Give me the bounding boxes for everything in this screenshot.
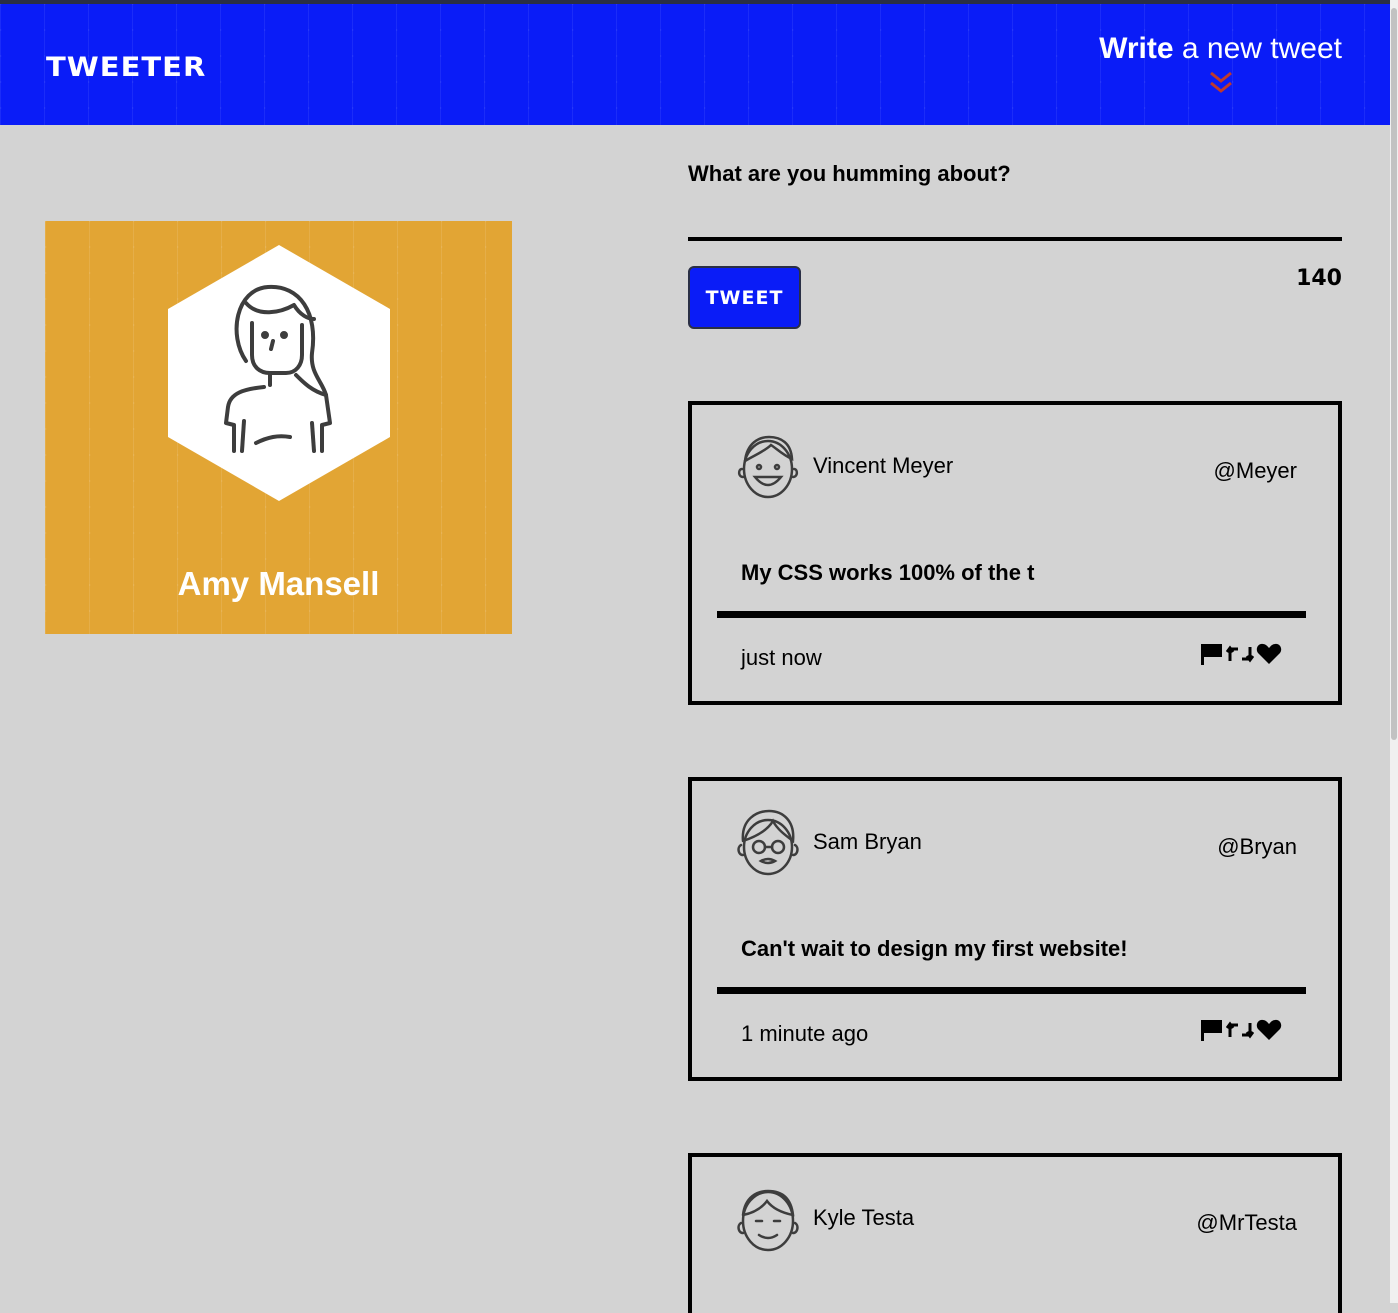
tweet-card: Kyle Testa @MrTesta bbox=[688, 1153, 1342, 1313]
smiling-man-avatar-icon bbox=[737, 435, 799, 499]
tweet-timestamp: 1 minute ago bbox=[741, 1021, 869, 1046]
woman-avatar-icon bbox=[224, 284, 332, 453]
tweet-divider bbox=[717, 987, 1306, 994]
character-counter: 140 bbox=[1296, 266, 1342, 291]
scrollbar-thumb[interactable] bbox=[1391, 8, 1397, 740]
tweet-author-name[interactable]: Sam Bryan bbox=[813, 829, 922, 855]
glasses-man-avatar-icon bbox=[737, 809, 799, 876]
heart-icon[interactable] bbox=[1256, 1019, 1282, 1041]
tweet-text-input[interactable] bbox=[688, 196, 1342, 241]
retweet-icon[interactable] bbox=[1226, 1019, 1254, 1041]
avatar-hexagon bbox=[168, 245, 390, 501]
double-chevron-down-icon bbox=[1209, 71, 1232, 93]
tweet-author-handle[interactable]: @Bryan bbox=[1217, 834, 1297, 860]
write-new-tweet-toggle[interactable]: Write a new tweet bbox=[1099, 32, 1342, 96]
profile-name: Amy Mansell bbox=[177, 565, 380, 602]
tweet-card: Vincent Meyer @Meyer My CSS works 100% o… bbox=[688, 401, 1342, 705]
tweet-card: Sam Bryan @Bryan Can't wait to design my… bbox=[688, 777, 1342, 1081]
tweet-author-name[interactable]: Vincent Meyer bbox=[813, 453, 953, 479]
compose-label: What are you humming about? bbox=[688, 161, 1011, 186]
flag-icon[interactable] bbox=[1200, 1019, 1224, 1041]
tweet-author-name[interactable]: Kyle Testa bbox=[813, 1205, 914, 1231]
retweet-icon[interactable] bbox=[1226, 643, 1254, 665]
flag-icon[interactable] bbox=[1200, 643, 1224, 665]
man-avatar-icon bbox=[737, 1189, 799, 1252]
tweet-submit-button[interactable]: TWEET bbox=[688, 266, 801, 329]
heart-icon[interactable] bbox=[1256, 643, 1282, 665]
tweet-body: Can't wait to design my first website! bbox=[741, 936, 1128, 961]
profile-card: Amy Mansell bbox=[45, 221, 512, 634]
top-navigation-bar: TWEETER Write a new tweet bbox=[0, 0, 1390, 125]
tweet-body: My CSS works 100% of the t bbox=[741, 560, 1035, 585]
page-scrollbar[interactable] bbox=[1390, 0, 1398, 1303]
tweet-author-handle[interactable]: @Meyer bbox=[1214, 458, 1297, 484]
compose-toggle-rest: a new tweet bbox=[1173, 32, 1342, 65]
tweet-divider bbox=[717, 611, 1306, 618]
tweet-actions bbox=[1200, 643, 1282, 665]
compose-toggle-strong: Write bbox=[1099, 32, 1174, 65]
brand-logo[interactable]: TWEETER bbox=[46, 51, 206, 82]
tweet-actions bbox=[1200, 1019, 1282, 1041]
tweet-timestamp: just now bbox=[741, 645, 822, 670]
tweet-author-handle[interactable]: @MrTesta bbox=[1196, 1210, 1297, 1236]
